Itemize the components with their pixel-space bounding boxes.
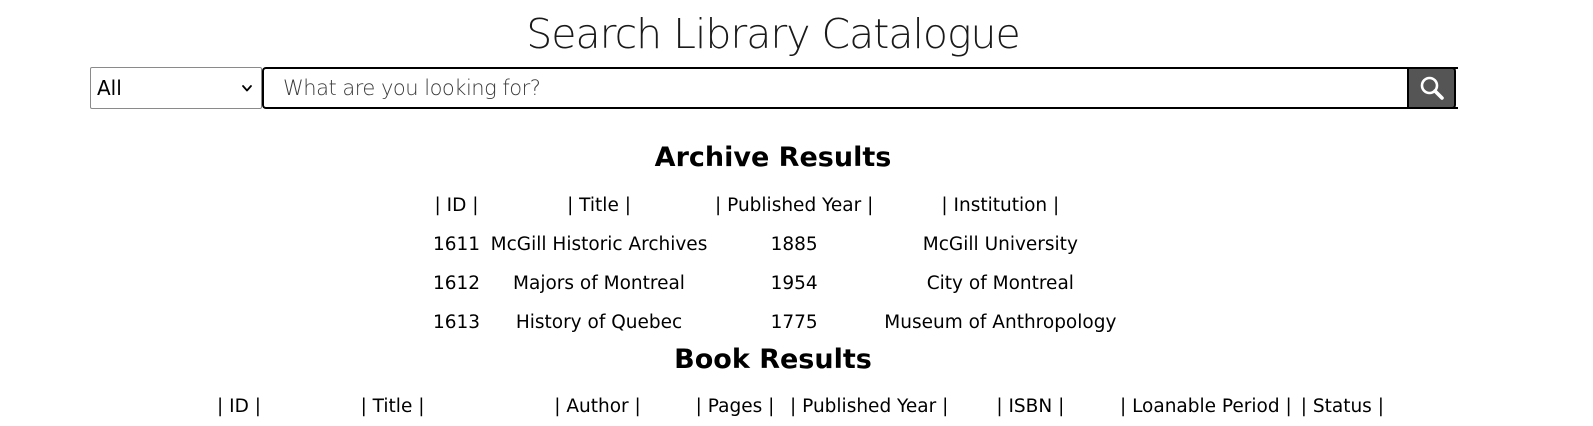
header-id: | ID | [217, 396, 261, 417]
archive-results-table: | ID | | Title | | Published Year | | In… [430, 186, 1127, 342]
header-published-year: | Published Year | [790, 396, 949, 417]
header-title: | Title | [567, 195, 631, 216]
search-bar: All [90, 67, 1458, 109]
category-selected-value: All [97, 76, 122, 100]
cell-title: Majors of Montreal [513, 273, 685, 294]
book-results-table: | ID | | Title | | Author | | Pages | | … [208, 387, 1385, 426]
table-row: 1611 McGill Historic Archives 1885 McGil… [430, 225, 1127, 264]
table-row: 1613 History of Quebec 1775 Museum of An… [430, 303, 1127, 342]
chevron-down-icon [242, 85, 252, 92]
cell-institution: McGill University [922, 234, 1078, 255]
book-results-title: Book Results [674, 344, 872, 375]
cell-published-year: 1775 [770, 312, 818, 333]
header-loanable-period: | Loanable Period | [1119, 396, 1292, 417]
header-institution: | Institution | [941, 195, 1060, 216]
cell-title: McGill Historic Archives [490, 234, 708, 255]
cell-id: 1611 [432, 234, 481, 255]
header-published-year: | Published Year | [715, 195, 874, 216]
search-input[interactable] [262, 67, 1458, 109]
cell-institution: City of Montreal [926, 273, 1074, 294]
cell-title: History of Quebec [515, 312, 683, 333]
header-status: | Status | [1300, 396, 1384, 417]
archive-results-title: Archive Results [654, 142, 892, 173]
cell-id: 1613 [432, 312, 481, 333]
cell-published-year: 1885 [770, 234, 818, 255]
cell-institution: Museum of Anthropology [884, 312, 1117, 333]
search-icon [1420, 76, 1444, 100]
header-isbn: | ISBN | [996, 396, 1065, 417]
cell-id: 1612 [432, 273, 481, 294]
table-header-row: | ID | | Title | | Published Year | | In… [430, 186, 1127, 225]
header-author: | Author | [554, 396, 641, 417]
table-header-row: | ID | | Title | | Author | | Pages | | … [208, 387, 1385, 426]
category-select[interactable]: All [90, 67, 262, 109]
header-title: | Title | [360, 396, 425, 417]
header-pages: | Pages | [695, 396, 775, 417]
cell-published-year: 1954 [770, 273, 818, 294]
table-row: 1612 Majors of Montreal 1954 City of Mon… [430, 264, 1127, 303]
header-id: | ID | [434, 195, 479, 216]
search-button[interactable] [1407, 67, 1456, 109]
page-title: Search Library Catalogue [526, 10, 1021, 58]
